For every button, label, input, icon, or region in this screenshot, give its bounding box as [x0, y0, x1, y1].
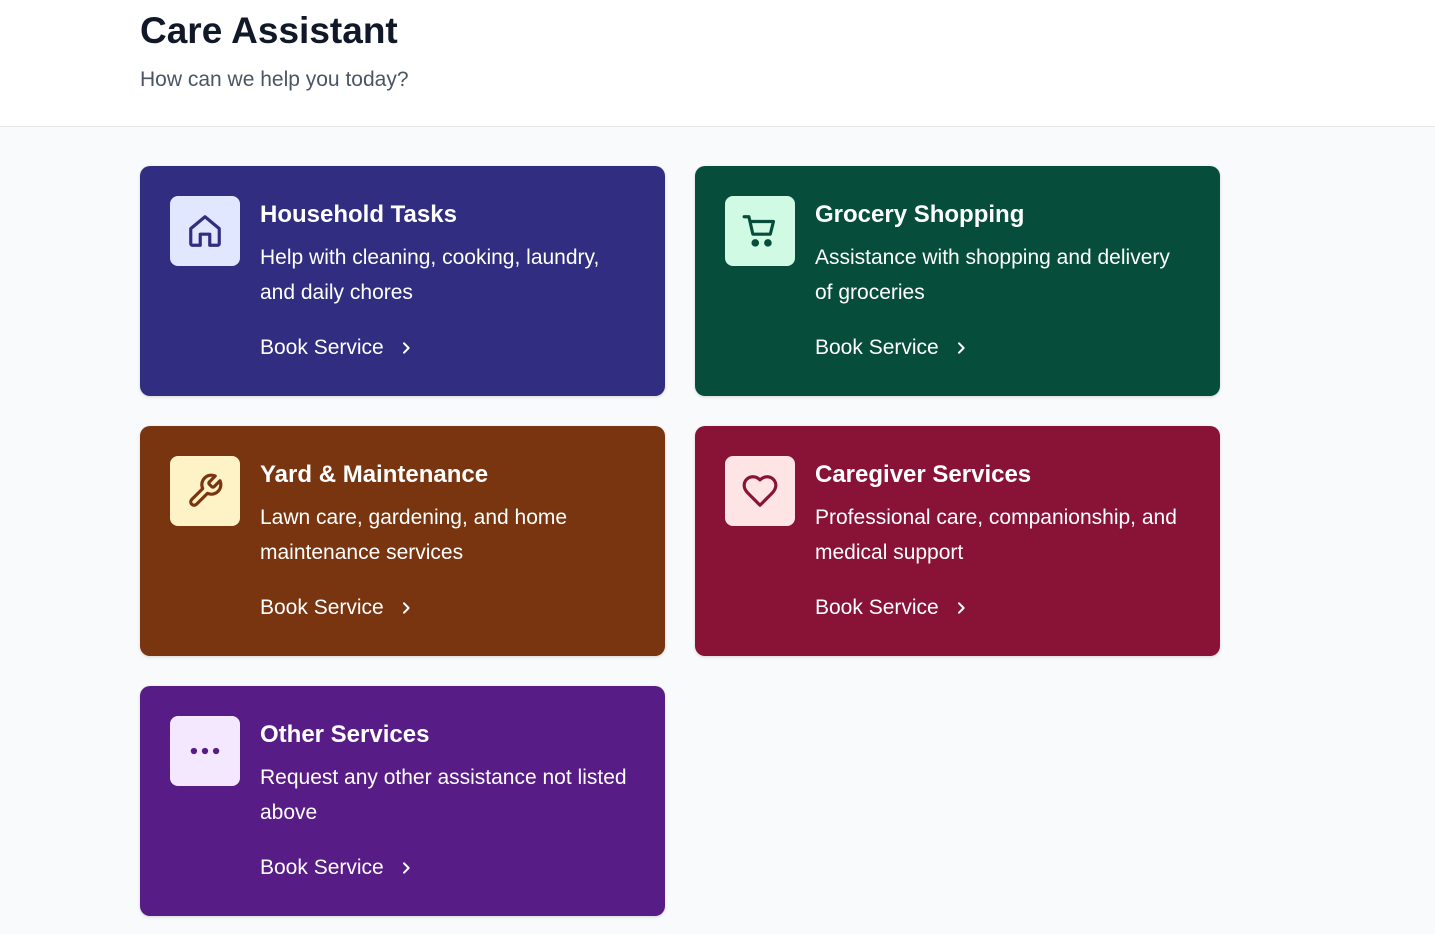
book-service-button[interactable]: Book Service: [815, 594, 969, 622]
wrench-icon: [170, 456, 240, 526]
page-subtitle: How can we help you today?: [140, 68, 409, 91]
book-service-button[interactable]: Book Service: [260, 334, 414, 362]
book-service-button[interactable]: Book Service: [260, 594, 414, 622]
service-description: Lawn care, gardening, and home maintenan…: [260, 506, 568, 564]
service-description: Assistance with shopping and delivery of…: [815, 246, 1170, 304]
service-card-caregiver[interactable]: Caregiver Services Professional care, co…: [695, 426, 1220, 656]
chevron-right-icon: [402, 862, 410, 874]
chevron-right-icon: [957, 342, 965, 354]
book-service-label: Book Service: [260, 856, 384, 879]
home-icon: [170, 196, 240, 266]
chevron-right-icon: [402, 342, 410, 354]
heart-icon: [725, 456, 795, 526]
service-card-yard[interactable]: Yard & Maintenance Lawn care, gardening,…: [140, 426, 665, 656]
service-card-household[interactable]: Household Tasks Help with cleaning, cook…: [140, 166, 665, 396]
service-title: Caregiver Services: [815, 461, 1032, 488]
service-description: Help with cleaning, cooking, laundry, an…: [260, 246, 600, 304]
service-card-grocery[interactable]: Grocery Shopping Assistance with shoppin…: [695, 166, 1220, 396]
book-service-label: Book Service: [260, 336, 384, 359]
more-icon: [170, 716, 240, 786]
book-service-button[interactable]: Book Service: [815, 334, 969, 362]
book-service-label: Book Service: [815, 596, 939, 619]
service-description: Professional care, companionship, and me…: [815, 506, 1177, 564]
service-title: Household Tasks: [260, 201, 457, 228]
chevron-right-icon: [402, 602, 410, 614]
services-grid: Household Tasks Help with cleaning, cook…: [140, 166, 1220, 916]
page-header: Care Assistant How can we help you today…: [0, 0, 1435, 127]
chevron-right-icon: [957, 602, 965, 614]
service-card-other[interactable]: Other Services Request any other assista…: [140, 686, 665, 916]
page-title: Care Assistant: [140, 10, 398, 51]
service-title: Yard & Maintenance: [260, 461, 489, 488]
service-title: Other Services: [260, 721, 430, 748]
service-description: Request any other assistance not listed …: [260, 766, 627, 824]
book-service-label: Book Service: [260, 596, 384, 619]
cart-icon: [725, 196, 795, 266]
book-service-button[interactable]: Book Service: [260, 854, 414, 882]
book-service-label: Book Service: [815, 336, 939, 359]
service-title: Grocery Shopping: [815, 201, 1025, 228]
